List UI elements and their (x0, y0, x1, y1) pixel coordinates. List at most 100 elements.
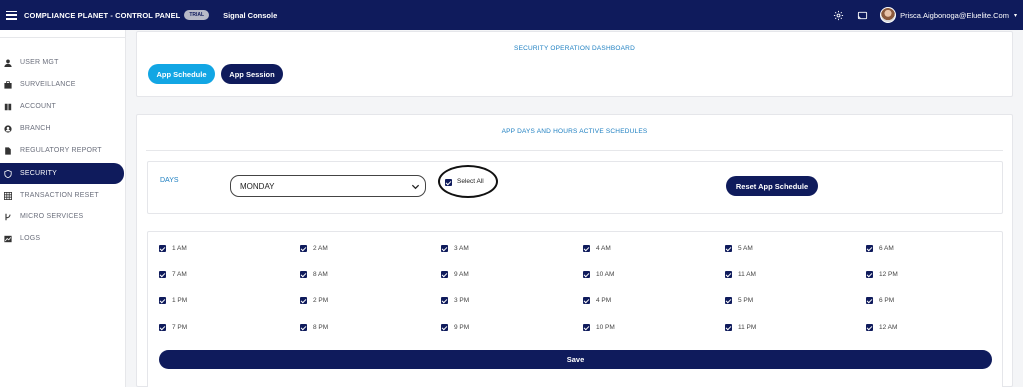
hour-option[interactable]: 10 PM (583, 324, 615, 331)
hour-label: 3 PM (454, 297, 470, 304)
hour-label: 12 AM (879, 324, 898, 331)
dashboard-card: SECURITY OPERATION DASHBOARD App Schedul… (136, 31, 1013, 97)
hour-checkbox[interactable] (725, 245, 732, 252)
hour-option[interactable]: 1 PM (159, 297, 187, 304)
hour-checkbox[interactable] (725, 324, 732, 331)
hour-option[interactable]: 12 PM (866, 271, 898, 278)
hour-checkbox[interactable] (441, 297, 448, 304)
hour-option[interactable]: 4 PM (583, 297, 611, 304)
sidebar-item-user-mgt[interactable]: USER MGT (0, 52, 124, 73)
app-session-button[interactable]: App Session (221, 64, 283, 84)
hour-option[interactable]: 7 AM (159, 271, 187, 278)
hour-option[interactable]: 6 PM (866, 297, 894, 304)
hour-checkbox[interactable] (441, 324, 448, 331)
hour-checkbox[interactable] (583, 324, 590, 331)
hour-option[interactable]: 8 PM (300, 324, 328, 331)
user-icon (4, 59, 12, 67)
hour-label: 4 PM (596, 297, 612, 304)
hour-label: 2 AM (313, 245, 328, 252)
hour-option[interactable]: 8 AM (300, 271, 328, 278)
sidebar-item-regulatory-report[interactable]: REGULATORY REPORT (0, 140, 124, 161)
chevron-down-icon[interactable]: ▾ (1014, 12, 1017, 19)
hour-checkbox[interactable] (300, 245, 307, 252)
hour-checkbox[interactable] (866, 324, 873, 331)
branch-icon (4, 213, 12, 221)
grid-icon (4, 191, 12, 200)
select-all-label: Select All (457, 178, 484, 185)
hour-option[interactable]: 2 AM (300, 245, 328, 252)
hour-checkbox[interactable] (300, 297, 307, 304)
hour-option[interactable]: 12 AM (866, 324, 897, 331)
hour-label: 6 AM (879, 245, 894, 252)
hour-checkbox[interactable] (159, 245, 166, 252)
sidebar-item-security[interactable]: SECURITY (0, 163, 124, 184)
hour-checkbox[interactable] (159, 324, 166, 331)
hour-option[interactable]: 5 PM (725, 297, 753, 304)
user-circle-icon (4, 124, 12, 133)
hours-panel: Save 1 AM 2 AM 3 AM 4 AM 5 AM 6 AM 7 AM 8 AM 9 A… (147, 231, 1003, 387)
select-all-highlight: Select All (438, 165, 498, 198)
hour-label: 8 AM (313, 271, 328, 278)
hour-checkbox[interactable] (300, 271, 307, 278)
hour-checkbox[interactable] (583, 271, 590, 278)
user-email[interactable]: Prisca.Aigbonoga@Eluelite.Com (900, 11, 1009, 20)
reset-app-schedule-button[interactable]: Reset App Schedule (726, 176, 818, 196)
hour-option[interactable]: 5 AM (725, 245, 753, 252)
day-select[interactable]: MONDAY (230, 175, 426, 197)
hour-option[interactable]: 4 AM (583, 245, 611, 252)
hour-checkbox[interactable] (866, 271, 873, 278)
hour-checkbox[interactable] (866, 245, 873, 252)
hour-option[interactable]: 6 AM (866, 245, 894, 252)
hour-label: 11 AM (738, 271, 756, 278)
hour-checkbox[interactable] (159, 297, 166, 304)
hour-label: 6 PM (879, 297, 895, 304)
hour-checkbox[interactable] (725, 271, 732, 278)
hour-option[interactable]: 11 PM (725, 324, 756, 331)
hour-label: 9 AM (454, 271, 469, 278)
hour-option[interactable]: 3 AM (441, 245, 469, 252)
hour-checkbox[interactable] (300, 324, 307, 331)
hour-checkbox[interactable] (583, 297, 590, 304)
hour-checkbox[interactable] (441, 271, 448, 278)
hour-checkbox[interactable] (583, 245, 590, 252)
app-title: COMPLIANCE PLANET - CONTROL PANEL (24, 10, 181, 20)
sidebar-item-surveillance[interactable]: SURVEILLANCE (0, 74, 124, 95)
hour-label: 2 PM (313, 297, 329, 304)
avatar[interactable] (880, 7, 897, 23)
hour-option[interactable]: 9 PM (441, 324, 469, 331)
hour-label: 5 PM (738, 297, 754, 304)
menu-icon[interactable] (6, 10, 17, 20)
hour-option[interactable]: 2 PM (300, 297, 328, 304)
hour-label: 4 AM (596, 245, 611, 252)
hour-option[interactable]: 10 AM (583, 271, 614, 278)
app-schedule-button[interactable]: App Schedule (148, 64, 215, 84)
save-button[interactable]: Save (159, 350, 992, 369)
sidebar-divider (0, 37, 126, 38)
hour-label: 10 AM (596, 271, 615, 278)
hour-option[interactable]: 9 AM (441, 271, 469, 278)
hour-label: 11 PM (738, 324, 757, 331)
hour-option[interactable]: 1 AM (159, 245, 187, 252)
console-title: Signal Console (223, 10, 278, 20)
select-all-checkbox[interactable] (445, 179, 452, 186)
hour-option[interactable]: 7 PM (159, 324, 187, 331)
day-select-value: MONDAY (240, 181, 275, 191)
chart-icon (4, 235, 12, 243)
hour-label: 7 PM (172, 324, 188, 331)
hour-checkbox[interactable] (159, 271, 166, 278)
sidebar-item-transaction-reset[interactable]: TRANSACTION RESET (0, 185, 124, 206)
hour-option[interactable]: 11 AM (725, 271, 756, 278)
days-label: DAYS (160, 177, 179, 184)
sidebar-item-account[interactable]: ACCOUNT (0, 96, 124, 117)
gear-icon[interactable] (832, 9, 844, 21)
hour-checkbox[interactable] (866, 297, 873, 304)
hour-option[interactable]: 3 PM (441, 297, 469, 304)
sidebar-item-branch[interactable]: BRANCH (0, 118, 124, 139)
schedules-title: APP DAYS AND HOURS ACTIVE SCHEDULES (501, 128, 648, 135)
hour-checkbox[interactable] (725, 297, 732, 304)
cast-icon[interactable] (856, 9, 868, 21)
sidebar-item-micro-services[interactable]: MICRO SERVICES (0, 206, 124, 227)
hour-checkbox[interactable] (441, 245, 448, 252)
sidebar: USER MGT SURVEILLANCE ACCOUNT BRANCH REG… (0, 30, 126, 387)
sidebar-item-logs[interactable]: LOGS (0, 228, 124, 249)
